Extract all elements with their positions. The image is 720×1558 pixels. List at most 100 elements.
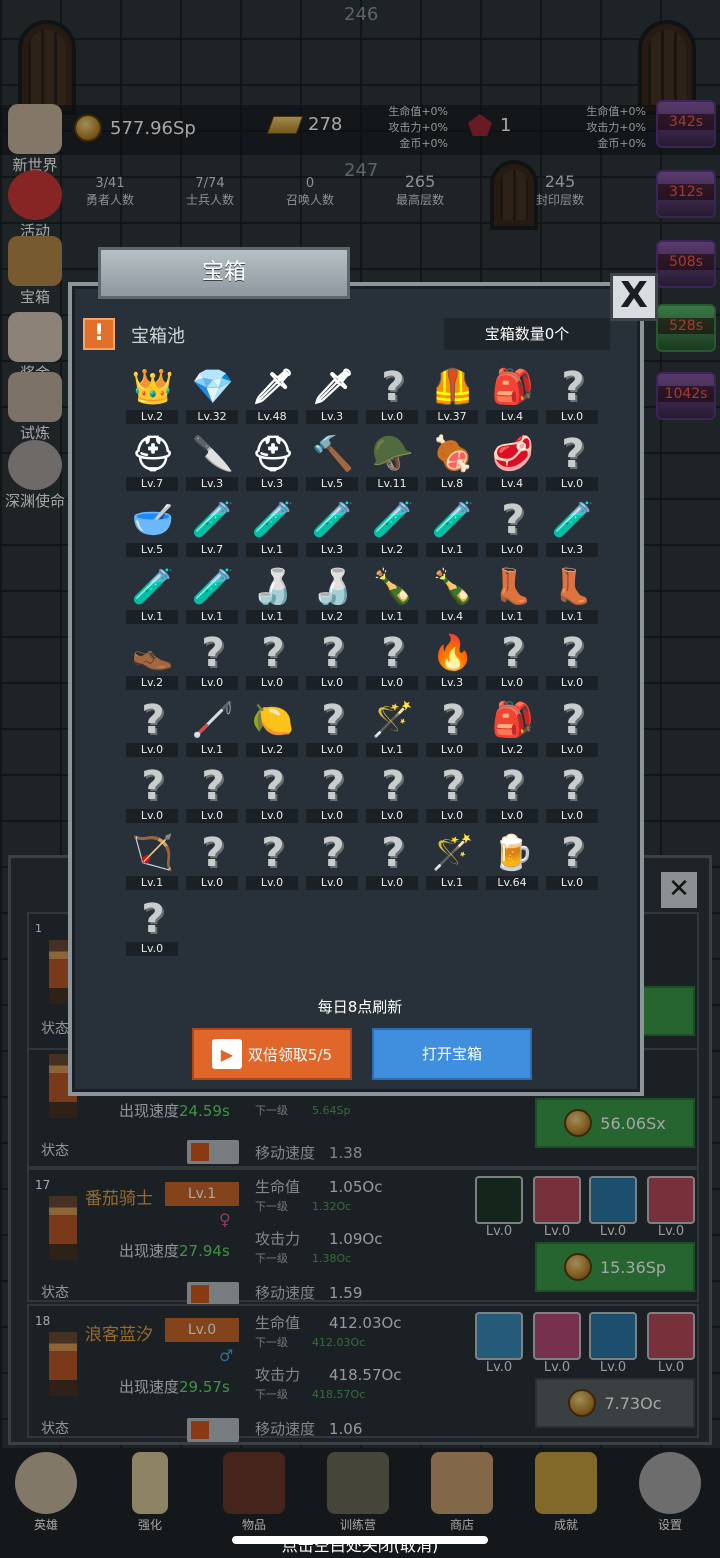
unknown-item-icon: ? <box>501 497 525 543</box>
chest-item-cell[interactable]: ? Lv.0 <box>304 828 360 890</box>
chest-item-cell[interactable]: 🧪 Lv.3 <box>544 495 600 557</box>
item-level: Lv.0 <box>186 809 238 823</box>
item-level: Lv.37 <box>426 410 478 424</box>
chest-item-cell[interactable]: 🧪 Lv.2 <box>364 495 420 557</box>
item-icon: 🍶 <box>251 566 295 607</box>
chest-item-cell[interactable]: ? Lv.0 <box>544 828 600 890</box>
chest-item-cell[interactable]: 👢 Lv.1 <box>484 562 540 624</box>
chest-item-cell[interactable]: ? Lv.0 <box>304 695 360 757</box>
item-level: Lv.0 <box>546 410 598 424</box>
chest-item-cell[interactable]: ? Lv.0 <box>544 761 600 823</box>
chest-item-cell[interactable]: 🍖 Lv.8 <box>424 429 480 491</box>
item-level: Lv.5 <box>306 476 358 491</box>
chest-item-cell[interactable]: ? Lv.0 <box>424 695 480 757</box>
close-icon[interactable]: X <box>610 273 658 321</box>
chest-item-cell[interactable]: ? Lv.0 <box>184 628 240 690</box>
item-level: Lv.2 <box>246 742 298 757</box>
chest-item-cell[interactable]: ⛑ Lv.3 <box>244 429 300 491</box>
chest-item-cell[interactable]: 🗡 Lv.3 <box>304 362 360 424</box>
alert-icon: ! <box>83 318 115 350</box>
chest-item-cell[interactable]: 🍶 Lv.1 <box>244 562 300 624</box>
chest-item-cell[interactable]: ? Lv.0 <box>244 761 300 823</box>
chest-item-cell[interactable]: 🧪 Lv.1 <box>124 562 180 624</box>
chest-item-cell[interactable]: ? Lv.0 <box>544 429 600 491</box>
item-icon: 🧪 <box>191 500 235 540</box>
chest-item-cell[interactable]: 🍾 Lv.1 <box>364 562 420 624</box>
chest-item-cell[interactable]: ? Lv.0 <box>424 761 480 823</box>
chest-item-cell[interactable]: ? Lv.0 <box>364 828 420 890</box>
chest-item-cell[interactable]: 👑 Lv.2 <box>124 362 180 424</box>
item-icon: 👑 <box>131 367 175 407</box>
item-level: Lv.4 <box>486 410 538 424</box>
chest-item-cell[interactable]: 💎 Lv.32 <box>184 362 240 424</box>
chest-item-cell[interactable]: ? Lv.0 <box>544 628 600 690</box>
chest-item-cell[interactable]: 🍺 Lv.64 <box>484 828 540 890</box>
chest-item-cell[interactable]: 🍶 Lv.2 <box>304 562 360 624</box>
item-icon: 🦯 <box>191 699 235 740</box>
item-level: Lv.0 <box>546 476 598 491</box>
chest-item-cell[interactable]: 🪄 Lv.1 <box>424 828 480 890</box>
chest-item-cell[interactable]: 🔥 Lv.3 <box>424 628 480 690</box>
item-icon: 🧪 <box>191 566 235 607</box>
item-level: Lv.4 <box>486 476 538 491</box>
chest-item-cell[interactable]: ? Lv.0 <box>364 362 420 424</box>
chest-item-cell[interactable]: 🥩 Lv.4 <box>484 429 540 491</box>
item-icon: 🍺 <box>491 832 535 873</box>
chest-item-cell[interactable]: 🧪 Lv.1 <box>244 495 300 557</box>
chest-item-cell[interactable]: ? Lv.0 <box>124 761 180 823</box>
unknown-item-icon: ? <box>321 696 345 743</box>
chest-item-cell[interactable]: 🍋 Lv.2 <box>244 695 300 757</box>
item-level: Lv.5 <box>126 543 178 557</box>
chest-item-cell[interactable]: ? Lv.0 <box>484 495 540 557</box>
unknown-item-icon: ? <box>441 696 465 743</box>
chest-item-cell[interactable]: ? Lv.0 <box>304 628 360 690</box>
chest-item-cell[interactable]: ? Lv.0 <box>244 628 300 690</box>
item-level: Lv.0 <box>546 742 598 757</box>
chest-item-cell[interactable]: 🍾 Lv.4 <box>424 562 480 624</box>
chest-item-cell[interactable]: ⛑ Lv.7 <box>124 429 180 491</box>
chest-item-cell[interactable]: ? Lv.0 <box>124 894 180 956</box>
chest-item-cell[interactable]: 🧪 Lv.3 <box>304 495 360 557</box>
item-level: Lv.1 <box>246 609 298 624</box>
item-level: Lv.0 <box>306 875 358 890</box>
item-level: Lv.0 <box>426 742 478 757</box>
chest-item-cell[interactable]: ? Lv.0 <box>544 695 600 757</box>
item-icon: 🧪 <box>431 500 475 540</box>
chest-item-cell[interactable]: 👞 Lv.2 <box>124 628 180 690</box>
chest-item-cell[interactable]: 🦯 Lv.1 <box>184 695 240 757</box>
chest-item-cell[interactable]: ? Lv.0 <box>484 628 540 690</box>
chest-item-cell[interactable]: ? Lv.0 <box>124 695 180 757</box>
chest-item-cell[interactable]: 🦺 Lv.37 <box>424 362 480 424</box>
chest-item-cell[interactable]: ? Lv.0 <box>304 761 360 823</box>
chest-item-cell[interactable]: 🧪 Lv.7 <box>184 495 240 557</box>
chest-item-cell[interactable]: ? Lv.0 <box>244 828 300 890</box>
chest-item-cell[interactable]: ? Lv.0 <box>544 362 600 424</box>
chest-item-cell[interactable]: ? Lv.0 <box>484 761 540 823</box>
chest-item-cell[interactable]: 🔨 Lv.5 <box>304 429 360 491</box>
chest-item-cell[interactable]: ? Lv.0 <box>364 761 420 823</box>
item-level: Lv.0 <box>126 809 178 823</box>
item-icon: 👢 <box>491 566 535 607</box>
chest-item-cell[interactable]: 🪄 Lv.1 <box>364 695 420 757</box>
unknown-item-icon: ? <box>381 763 405 809</box>
unknown-item-icon: ? <box>321 829 345 876</box>
chest-item-cell[interactable]: 🏹 Lv.1 <box>124 828 180 890</box>
unknown-item-icon: ? <box>381 630 405 676</box>
double-claim-button[interactable]: ▶ 双倍领取5/5 <box>192 1028 352 1080</box>
home-indicator[interactable] <box>232 1536 488 1544</box>
chest-item-cell[interactable]: 🔪 Lv.3 <box>184 429 240 491</box>
chest-item-cell[interactable]: 👢 Lv.1 <box>544 562 600 624</box>
chest-item-cell[interactable]: 🎒 Lv.4 <box>484 362 540 424</box>
chest-item-cell[interactable]: 🧪 Lv.1 <box>184 562 240 624</box>
chest-item-cell[interactable]: ? Lv.0 <box>184 828 240 890</box>
chest-item-cell[interactable]: 🎒 Lv.2 <box>484 695 540 757</box>
chest-item-cell[interactable]: 🗡 Lv.48 <box>244 362 300 424</box>
chest-item-cell[interactable]: 🧪 Lv.1 <box>424 495 480 557</box>
unknown-item-icon: ? <box>561 364 585 410</box>
chest-item-cell[interactable]: 🪖 Lv.11 <box>364 429 420 491</box>
chest-item-cell[interactable]: ? Lv.0 <box>184 761 240 823</box>
chest-item-cell[interactable]: ? Lv.0 <box>364 628 420 690</box>
open-chest-button[interactable]: 打开宝箱 <box>372 1028 532 1080</box>
item-level: Lv.3 <box>546 543 598 557</box>
chest-item-cell[interactable]: 🥣 Lv.5 <box>124 495 180 557</box>
